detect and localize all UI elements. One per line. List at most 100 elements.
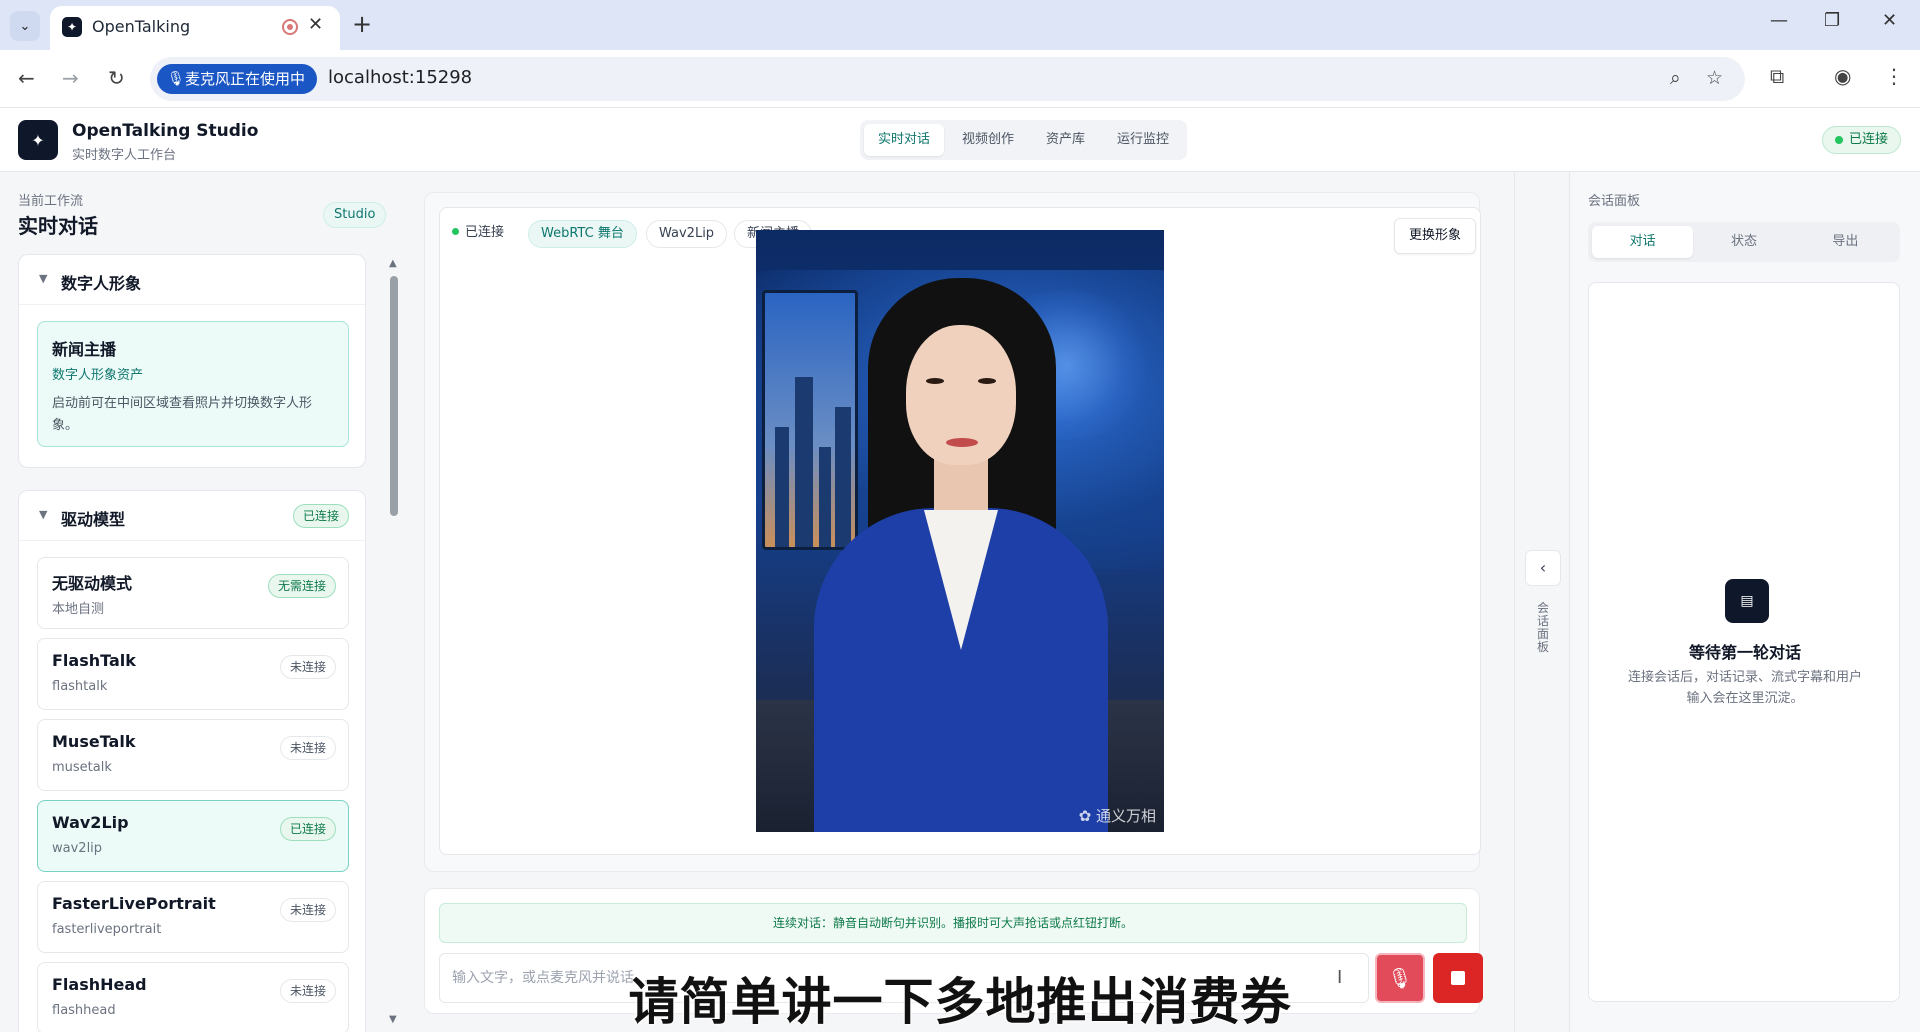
- new-tab-button[interactable]: +: [352, 10, 372, 38]
- chat-composer: 连续对话：静音自动断句并识别。播报时可大声抢话或点红钮打断。 I 🎙: [424, 888, 1483, 1014]
- omnibox[interactable]: 🎙 麦克风正在使用中 localhost:15298 ⌕ ☆: [150, 57, 1745, 101]
- tab-status[interactable]: 状态: [1693, 226, 1794, 258]
- bookmark-star-icon[interactable]: ☆: [1706, 67, 1723, 89]
- model-chip: Wav2Lip: [646, 220, 728, 248]
- model-item-flashtalk[interactable]: FlashTalk flashtalk 未连接: [37, 638, 349, 710]
- window-minimize-button[interactable]: —: [1770, 10, 1788, 31]
- forward-arrow-icon[interactable]: →: [62, 66, 79, 90]
- browser-tab[interactable]: ✦ OpenTalking ✕: [50, 6, 340, 50]
- app-favicon-icon: ✦: [62, 17, 82, 37]
- tab-search-dropdown[interactable]: ⌄: [10, 11, 40, 41]
- avatar-section: ▼ 数字人形象 新闻主播 数字人形象资产 启动前可在中间区域查看照片并切换数字人…: [18, 254, 366, 468]
- stage-connected-text: 已连接: [465, 225, 505, 240]
- main-nav: 实时对话 视频创作 资产库 运行监控: [860, 120, 1188, 160]
- avatar-item-news-anchor[interactable]: 新闻主播 数字人形象资产 启动前可在中间区域查看照片并切换数字人形象。: [37, 321, 349, 447]
- model-item-wav2lip[interactable]: Wav2Lip wav2lip 已连接: [37, 800, 349, 872]
- status-dot-icon: [1835, 136, 1843, 144]
- stop-icon: [1451, 971, 1465, 985]
- avatar-description: 启动前可在中间区域查看照片并切换数字人形象。: [52, 396, 313, 433]
- sidebar-scrollbar-thumb[interactable]: [390, 276, 398, 516]
- model-item-no-driver[interactable]: 无驱动模式 本地自测 无需连接: [37, 557, 349, 629]
- text-cursor-icon: I: [1337, 967, 1343, 988]
- extensions-icon[interactable]: ⧉: [1770, 64, 1784, 88]
- nav-realtime-chat[interactable]: 实时对话: [864, 124, 945, 156]
- model-status-badge: 无需连接: [267, 574, 336, 598]
- mic-in-use-label: 麦克风正在使用中: [185, 70, 306, 88]
- status-dot-icon: [452, 228, 459, 235]
- avatar-name: 新闻主播: [52, 340, 117, 359]
- avatar-video: ✿ 通义万相: [756, 230, 1164, 832]
- model-name: FlashHead: [52, 975, 147, 994]
- nav-runtime-monitor[interactable]: 运行监控: [1103, 124, 1183, 156]
- watermark-logo-icon: ✿: [1078, 807, 1096, 825]
- model-item-musetalk[interactable]: MuseTalk musetalk 未连接: [37, 719, 349, 791]
- model-section: ▼ 驱动模型 已连接 无驱动模式 本地自测 无需连接 FlashTalk fla…: [18, 490, 366, 1032]
- webrtc-stage: 已连接 WebRTC 舞台 Wav2Lip 新闻主播 更换形象 ✿ 通义万相: [439, 207, 1481, 855]
- workflow-label: 当前工作流: [18, 194, 84, 209]
- scroll-down-arrow-icon[interactable]: ▼: [389, 1014, 397, 1025]
- collapse-panel-button[interactable]: ‹: [1525, 550, 1561, 586]
- microphone-icon: 🎙: [1387, 966, 1413, 990]
- session-panel: 会话面板 对话 状态 导出 ▤ 等待第一轮对话 连接会话后，对话记录、流式字幕和…: [1570, 172, 1920, 1032]
- model-name: MuseTalk: [52, 732, 136, 751]
- model-name: 无驱动模式: [52, 574, 133, 593]
- microphone-button[interactable]: 🎙: [1375, 953, 1425, 1003]
- model-section-header[interactable]: ▼ 驱动模型 已连接: [19, 491, 365, 541]
- nav-video-creation[interactable]: 视频创作: [948, 124, 1028, 156]
- avatar-section-title: 数字人形象: [61, 274, 142, 293]
- recording-indicator-icon: [282, 19, 298, 35]
- model-name: FasterLivePortrait: [52, 894, 216, 913]
- skyline-building: [775, 427, 789, 547]
- swap-avatar-button[interactable]: 更换形象: [1394, 218, 1477, 254]
- collapse-caret-icon[interactable]: ▼: [39, 508, 47, 521]
- continuous-chat-hint: 连续对话：静音自动断句并识别。播报时可大声抢话或点红钮打断。: [439, 903, 1467, 943]
- browser-address-bar: ← → ↻ 🎙 麦克风正在使用中 localhost:15298 ⌕ ☆ ⧉ ◉…: [0, 50, 1920, 108]
- chat-bubble-icon: ▤: [1725, 579, 1769, 623]
- session-panel-rail: ‹ 会话面板: [1514, 172, 1570, 1032]
- watermark: ✿ 通义万相: [1079, 805, 1156, 826]
- model-item-fasterliveportrait[interactable]: FasterLivePortrait fasterliveportrait 未连…: [37, 881, 349, 953]
- collapse-caret-icon[interactable]: ▼: [39, 272, 47, 285]
- avatar-section-header[interactable]: ▼ 数字人形象: [19, 255, 365, 305]
- model-status-badge: 未连接: [279, 979, 336, 1003]
- studio-monitor: [762, 290, 858, 550]
- scroll-up-arrow-icon[interactable]: ▲: [389, 258, 397, 269]
- connection-status-badge: 已连接: [1822, 126, 1902, 154]
- model-id: flashhead: [52, 1003, 116, 1018]
- session-panel-tabs: 对话 状态 导出: [1588, 222, 1900, 262]
- stage-connected-chip: 已连接: [440, 220, 516, 248]
- mic-in-use-chip[interactable]: 🎙 麦克风正在使用中: [157, 64, 318, 94]
- chat-input[interactable]: [439, 953, 1369, 1003]
- tab-close-button[interactable]: ✕: [308, 14, 323, 35]
- model-id: wav2lip: [52, 841, 103, 856]
- model-status-badge: 已连接: [279, 817, 336, 841]
- model-id: fasterliveportrait: [52, 922, 162, 937]
- reload-icon[interactable]: ↻: [108, 66, 125, 90]
- skyline-building: [795, 377, 813, 547]
- url-text[interactable]: localhost:15298: [328, 67, 472, 88]
- dialogue-empty-state: ▤ 等待第一轮对话 连接会话后，对话记录、流式字幕和用户输入会在这里沉淀。: [1588, 282, 1900, 1002]
- tab-export[interactable]: 导出: [1795, 226, 1896, 258]
- browser-menu-icon[interactable]: ⋮: [1884, 64, 1904, 88]
- app-logo-icon: ✦: [18, 120, 58, 160]
- stage-panel: 已连接 WebRTC 舞台 Wav2Lip 新闻主播 更换形象 ✿ 通义万相: [424, 192, 1481, 872]
- app-header: ✦ OpenTalking Studio 实时数字人工作台 实时对话 视频创作 …: [0, 108, 1920, 172]
- model-id: musetalk: [52, 760, 112, 775]
- window-close-button[interactable]: ✕: [1882, 10, 1897, 31]
- model-section-status: 已连接: [292, 504, 349, 528]
- model-status-badge: 未连接: [279, 898, 336, 922]
- browser-tab-bar: ⌄ ✦ OpenTalking ✕ + — ❐ ✕: [0, 0, 1920, 50]
- tab-dialogue[interactable]: 对话: [1592, 226, 1694, 258]
- stop-button[interactable]: [1433, 953, 1483, 1003]
- back-arrow-icon[interactable]: ←: [18, 66, 35, 90]
- avatar-subtitle: 数字人形象资产: [52, 368, 144, 383]
- zoom-icon[interactable]: ⌕: [1670, 67, 1681, 89]
- profile-icon[interactable]: ◉: [1834, 64, 1851, 88]
- brand-subtitle: 实时数字人工作台: [72, 148, 177, 163]
- anchor-neck: [934, 458, 988, 518]
- model-item-flashhead[interactable]: FlashHead flashhead 未连接: [37, 962, 349, 1032]
- session-panel-rail-label: 会话面板: [1536, 601, 1549, 654]
- window-restore-button[interactable]: ❐: [1824, 10, 1840, 31]
- brand-title: OpenTalking Studio: [72, 121, 259, 141]
- nav-asset-library[interactable]: 资产库: [1032, 124, 1099, 156]
